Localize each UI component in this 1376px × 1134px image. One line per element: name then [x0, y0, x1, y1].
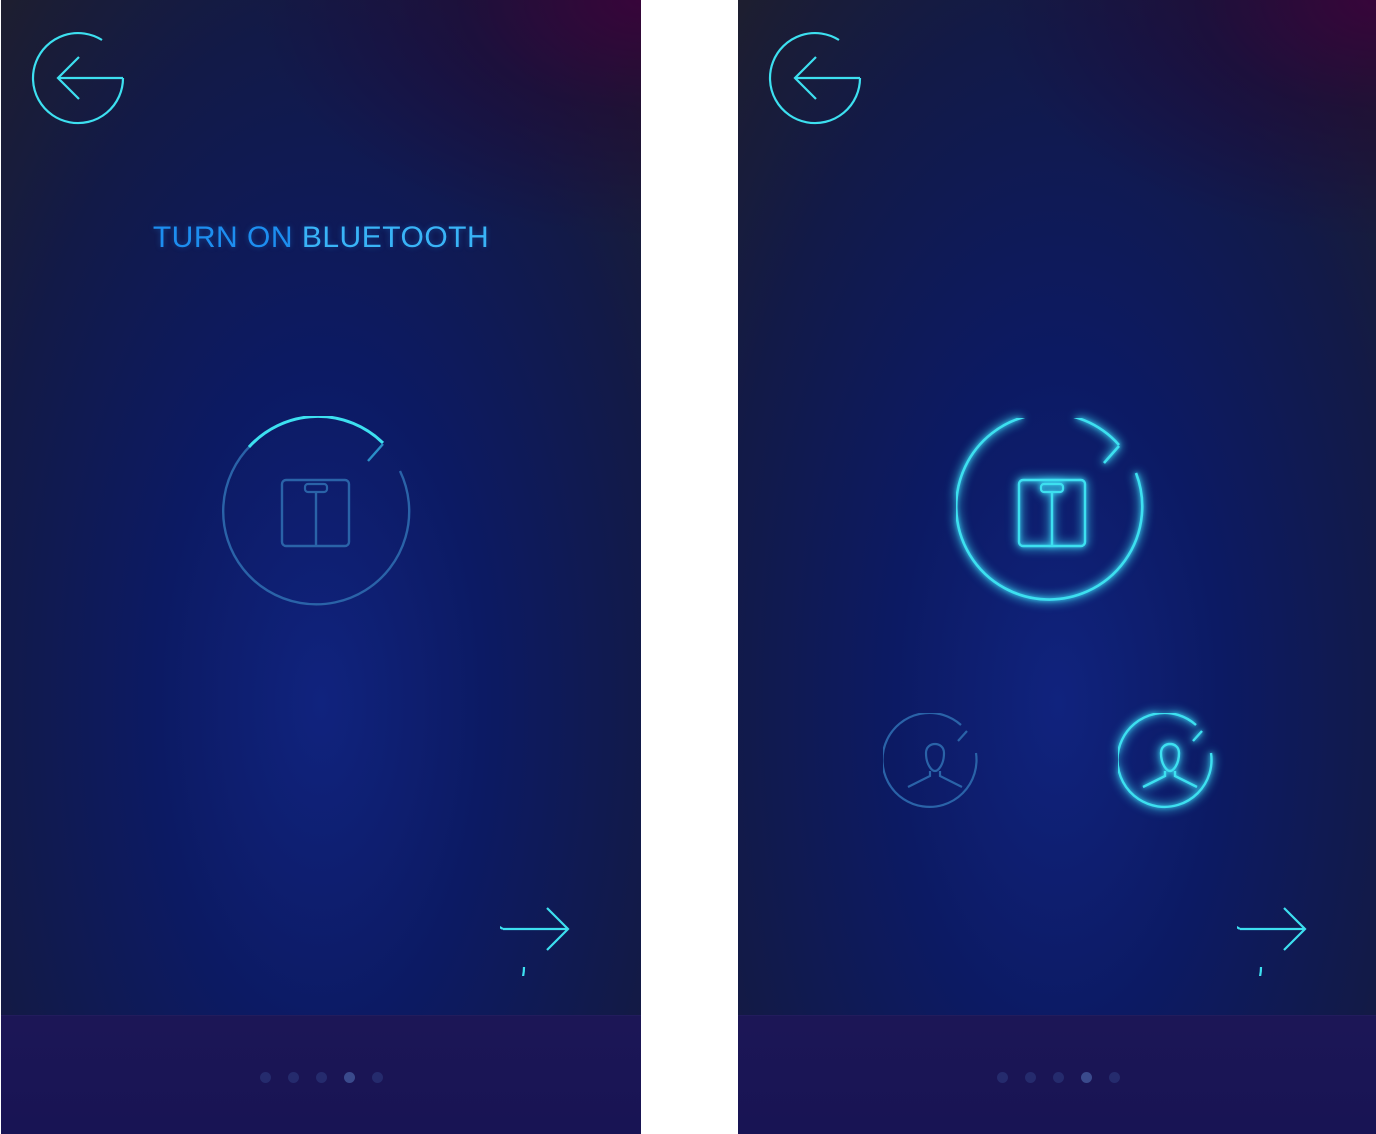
pagination-dot[interactable]	[1108, 1072, 1120, 1083]
pagination-dot[interactable]	[1024, 1072, 1036, 1083]
back-button[interactable]	[30, 31, 126, 127]
pagination-dots	[738, 1072, 1376, 1083]
pagination-dot[interactable]	[315, 1072, 327, 1083]
screen-turn-on-bluetooth: TURN ON BLUETOOTH	[1, 0, 641, 1134]
title-text: TURN ON	[152, 221, 302, 254]
footer-bar	[738, 1015, 1376, 1134]
profile-option-1[interactable]	[881, 711, 987, 817]
bathroom-scale-icon	[954, 412, 1144, 601]
arrow-left-icon	[768, 32, 862, 125]
pagination-dot[interactable]	[1052, 1072, 1064, 1083]
back-button[interactable]	[767, 31, 863, 127]
arrow-right-icon	[1237, 907, 1307, 976]
scale-connect-indicator[interactable]	[220, 414, 412, 613]
scale-connected-indicator[interactable]	[954, 412, 1148, 615]
pagination-dot[interactable]	[259, 1072, 271, 1083]
title-accent-text: BLUETOOTH	[301, 221, 490, 254]
user-icon	[1116, 711, 1213, 809]
profile-option-2[interactable]	[1116, 711, 1222, 817]
screen-select-profile	[738, 0, 1376, 1134]
pagination-dot[interactable]	[371, 1072, 383, 1083]
pagination-dots	[1, 1072, 641, 1083]
pagination-dot[interactable]	[343, 1072, 355, 1083]
user-icon	[881, 711, 978, 808]
arrow-left-icon	[31, 32, 125, 125]
bathroom-scale-icon	[222, 414, 411, 606]
next-button[interactable]	[500, 880, 596, 976]
pagination-dot[interactable]	[1080, 1072, 1092, 1083]
page-title: TURN ON BLUETOOTH	[1, 221, 641, 255]
pagination-dot[interactable]	[996, 1072, 1008, 1083]
next-button[interactable]	[1237, 880, 1333, 976]
footer-bar	[1, 1015, 641, 1134]
arrow-right-icon	[500, 907, 570, 976]
pagination-dot[interactable]	[287, 1072, 299, 1083]
